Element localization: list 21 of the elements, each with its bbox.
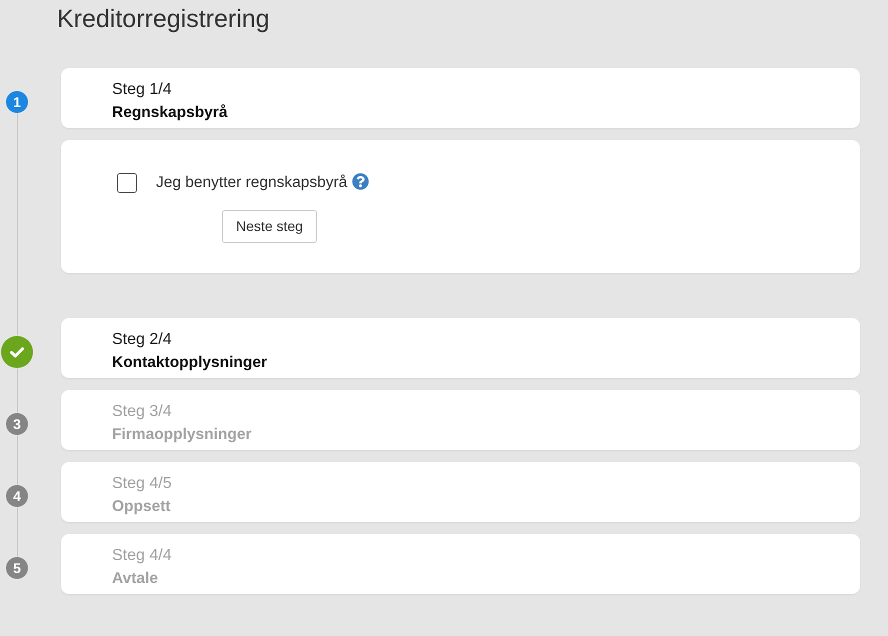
step-number-badge: 5 [6, 557, 28, 579]
step-label: Steg 3/4 [112, 402, 172, 422]
step-title: Oppsett [112, 497, 171, 517]
checkbox-label: Jeg benytter regnskapsbyrå [156, 173, 348, 193]
step-label: Steg 2/4 [112, 330, 172, 350]
step-title: Firmaopplysninger [112, 425, 252, 445]
step-label: Steg 4/4 [112, 546, 172, 566]
step-header-card[interactable]: Steg 1/4 Regnskapsbyrå [61, 68, 860, 128]
step-number-badge: 3 [6, 413, 28, 435]
step-label: Steg 1/4 [112, 80, 172, 100]
step-number-badge: 1 [6, 91, 28, 113]
help-icon[interactable] [352, 172, 370, 190]
page-title: Kreditorregistrering [57, 4, 270, 35]
checkbox[interactable] [117, 172, 137, 193]
next-step-button[interactable]: Neste steg [222, 210, 317, 244]
step-title: Kontaktopplysninger [112, 353, 268, 373]
step-title: Avtale [112, 569, 158, 589]
step-number-badge: 4 [6, 485, 28, 507]
step-title: Regnskapsbyrå [112, 103, 228, 123]
step-label: Steg 4/5 [112, 474, 172, 494]
step-header-card[interactable]: Steg 2/4 Kontaktopplysninger [61, 318, 860, 378]
